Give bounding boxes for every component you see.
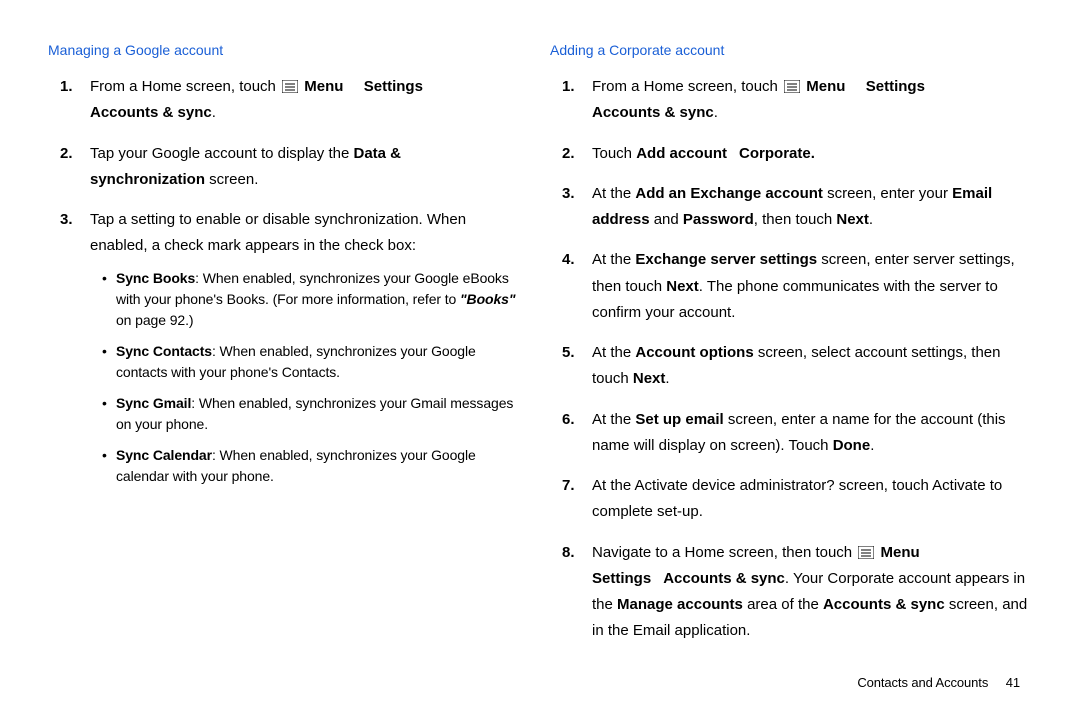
text: screen, enter your xyxy=(823,185,952,202)
section-title-right: Adding a Corporate account xyxy=(550,42,1032,58)
bold: Set up email xyxy=(635,411,723,428)
right-step-7: 7. At the Activate device administrator?… xyxy=(550,473,1032,526)
step-number: 1. xyxy=(562,74,575,100)
text: screen. xyxy=(205,171,258,188)
text: Tap a setting to enable or disable synch… xyxy=(90,211,466,254)
bold: Accounts & sync xyxy=(823,596,945,613)
bold: Accounts & sync xyxy=(663,570,785,587)
steps-left: 1. From a Home screen, touch Menu Settin… xyxy=(48,74,520,487)
text: . xyxy=(869,211,873,228)
text: Navigate to a Home screen, then touch xyxy=(592,544,856,561)
bold: Done xyxy=(833,437,871,454)
text: , then touch xyxy=(754,211,837,228)
menu-icon xyxy=(784,80,800,93)
left-step-2: 2. Tap your Google account to display th… xyxy=(48,141,520,194)
right-step-8: 8. Navigate to a Home screen, then touch… xyxy=(550,540,1032,645)
step-number: 2. xyxy=(562,141,575,167)
bold: Exchange server settings xyxy=(635,251,817,268)
bold: Sync Calendar xyxy=(116,447,212,463)
bold: Add account xyxy=(636,145,727,162)
step-number: 5. xyxy=(562,340,575,366)
bold: Manage accounts xyxy=(617,596,743,613)
menu-label: Menu xyxy=(304,78,343,95)
menu-icon xyxy=(858,546,874,559)
period: . xyxy=(212,104,216,121)
text: At the xyxy=(592,344,635,361)
steps-right: 1. From a Home screen, touch Menu Settin… xyxy=(550,74,1032,645)
right-step-4: 4. At the Exchange server settings scree… xyxy=(550,247,1032,326)
left-column: Managing a Google account 1. From a Home… xyxy=(48,42,540,700)
bold: Next xyxy=(666,278,699,295)
bullet-sync-books: Sync Books: When enabled, synchronizes y… xyxy=(90,268,520,331)
bold: Add an Exchange account xyxy=(635,185,823,202)
page-footer: Contacts and Accounts 41 xyxy=(857,675,1020,690)
bullet-sync-calendar: Sync Calendar: When enabled, synchronize… xyxy=(90,445,520,487)
menu-icon xyxy=(282,80,298,93)
settings-label: Settings xyxy=(364,78,423,95)
text: From a Home screen, touch xyxy=(90,78,280,95)
right-step-1: 1. From a Home screen, touch Menu Settin… xyxy=(550,74,1032,127)
left-step-1: 1. From a Home screen, touch Menu Settin… xyxy=(48,74,520,127)
right-step-3: 3. At the Add an Exchange account screen… xyxy=(550,181,1032,234)
page: Managing a Google account 1. From a Home… xyxy=(0,0,1080,720)
step-number: 3. xyxy=(562,181,575,207)
bold: Sync Contacts xyxy=(116,343,212,359)
accounts-sync-label: Accounts & sync xyxy=(90,104,212,121)
text: From a Home screen, touch xyxy=(592,78,782,95)
bold: Password xyxy=(683,211,754,228)
bold: Sync Books xyxy=(116,270,195,286)
bold: Next xyxy=(836,211,869,228)
text: At the Activate device administrator? sc… xyxy=(592,477,1002,520)
text: At the xyxy=(592,251,635,268)
text: At the xyxy=(592,411,635,428)
menu-label: Menu xyxy=(881,544,920,561)
step-number: 4. xyxy=(562,247,575,273)
text: Touch xyxy=(592,145,636,162)
bold: Next xyxy=(633,370,666,387)
step-number: 7. xyxy=(562,473,575,499)
page-number: 41 xyxy=(1006,675,1020,690)
right-column: Adding a Corporate account 1. From a Hom… xyxy=(540,42,1032,700)
footer-section: Contacts and Accounts xyxy=(857,675,988,690)
text: area of the xyxy=(743,596,823,613)
text: . xyxy=(665,370,669,387)
step-number: 3. xyxy=(60,207,73,233)
accounts-sync-label: Accounts & sync xyxy=(592,104,714,121)
left-step-3: 3. Tap a setting to enable or disable sy… xyxy=(48,207,520,487)
step-number: 2. xyxy=(60,141,73,167)
step-number: 1. xyxy=(60,74,73,100)
section-title-left: Managing a Google account xyxy=(48,42,520,58)
bold: Settings xyxy=(592,570,651,587)
italic-bold: "Books" xyxy=(460,291,515,307)
step-number: 8. xyxy=(562,540,575,566)
bold: Account options xyxy=(635,344,753,361)
bullet-sync-gmail: Sync Gmail: When enabled, synchronizes y… xyxy=(90,393,520,435)
right-step-2: 2. Touch Add account Corporate. xyxy=(550,141,1032,167)
text: and xyxy=(650,211,683,228)
bullet-list: Sync Books: When enabled, synchronizes y… xyxy=(90,268,520,487)
bold: Sync Gmail xyxy=(116,395,191,411)
bold: Corporate. xyxy=(739,145,815,162)
text: . xyxy=(870,437,874,454)
step-number: 6. xyxy=(562,407,575,433)
settings-label: Settings xyxy=(866,78,925,95)
bullet-sync-contacts: Sync Contacts: When enabled, synchronize… xyxy=(90,341,520,383)
text: At the xyxy=(592,185,635,202)
right-step-5: 5. At the Account options screen, select… xyxy=(550,340,1032,393)
text: Tap your Google account to display the xyxy=(90,145,354,162)
menu-label: Menu xyxy=(806,78,845,95)
right-step-6: 6. At the Set up email screen, enter a n… xyxy=(550,407,1032,460)
period: . xyxy=(714,104,718,121)
text: on page 92.) xyxy=(116,312,193,328)
